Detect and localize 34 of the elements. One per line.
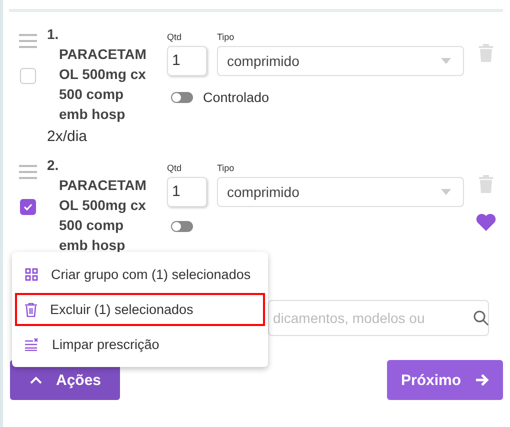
field-label: Tipo	[217, 163, 236, 173]
search-field[interactable]: dicamentos, modelos ou	[268, 300, 489, 336]
menu-item[interactable]: Criar grupo com (1) selecionados	[15, 258, 265, 291]
medication-name: 1. PARACETAMOL 500mg cx 500 comp emb hosp	[47, 25, 148, 124]
dropdown-caret-icon[interactable]	[441, 58, 451, 64]
heart-icon[interactable]	[476, 213, 496, 231]
menu-item[interactable]: Limpar prescrição	[15, 328, 265, 361]
checkbox[interactable]	[20, 199, 36, 215]
trash-icon[interactable]	[479, 44, 493, 62]
quantity-field[interactable]: 1	[167, 177, 207, 207]
toggle-label: Controlado	[203, 90, 270, 105]
quantity-field[interactable]: 1	[167, 46, 207, 76]
type-select[interactable]: comprimido	[217, 177, 464, 207]
drag-handle-icon[interactable]	[19, 34, 37, 48]
medication-name: 2. PARACETAMOL 500mg cx 500 comp emb hosp	[47, 156, 148, 255]
field-label: Qtd	[167, 163, 183, 173]
toggle-switch[interactable]	[171, 92, 193, 103]
caret-up-icon	[30, 376, 42, 384]
trash-icon	[25, 302, 37, 316]
dropdown-caret-icon[interactable]	[441, 189, 451, 195]
frequency-text: 2x/dia	[47, 128, 88, 145]
drag-handle-icon[interactable]	[19, 165, 37, 179]
check-icon	[23, 202, 33, 212]
toggle-switch[interactable]	[171, 221, 193, 232]
arrow-right-icon	[475, 373, 489, 387]
menu-item[interactable]: Excluir (1) selecionados	[15, 293, 265, 326]
field-label: Qtd	[167, 32, 183, 42]
trash-icon[interactable]	[479, 175, 493, 193]
field-label: Tipo	[217, 32, 236, 42]
next-button[interactable]: Próximo	[387, 360, 503, 400]
search-icon[interactable]	[473, 310, 489, 326]
grid-icon	[25, 268, 38, 281]
type-select[interactable]: comprimido	[217, 46, 464, 76]
clear-list-icon	[25, 338, 39, 351]
